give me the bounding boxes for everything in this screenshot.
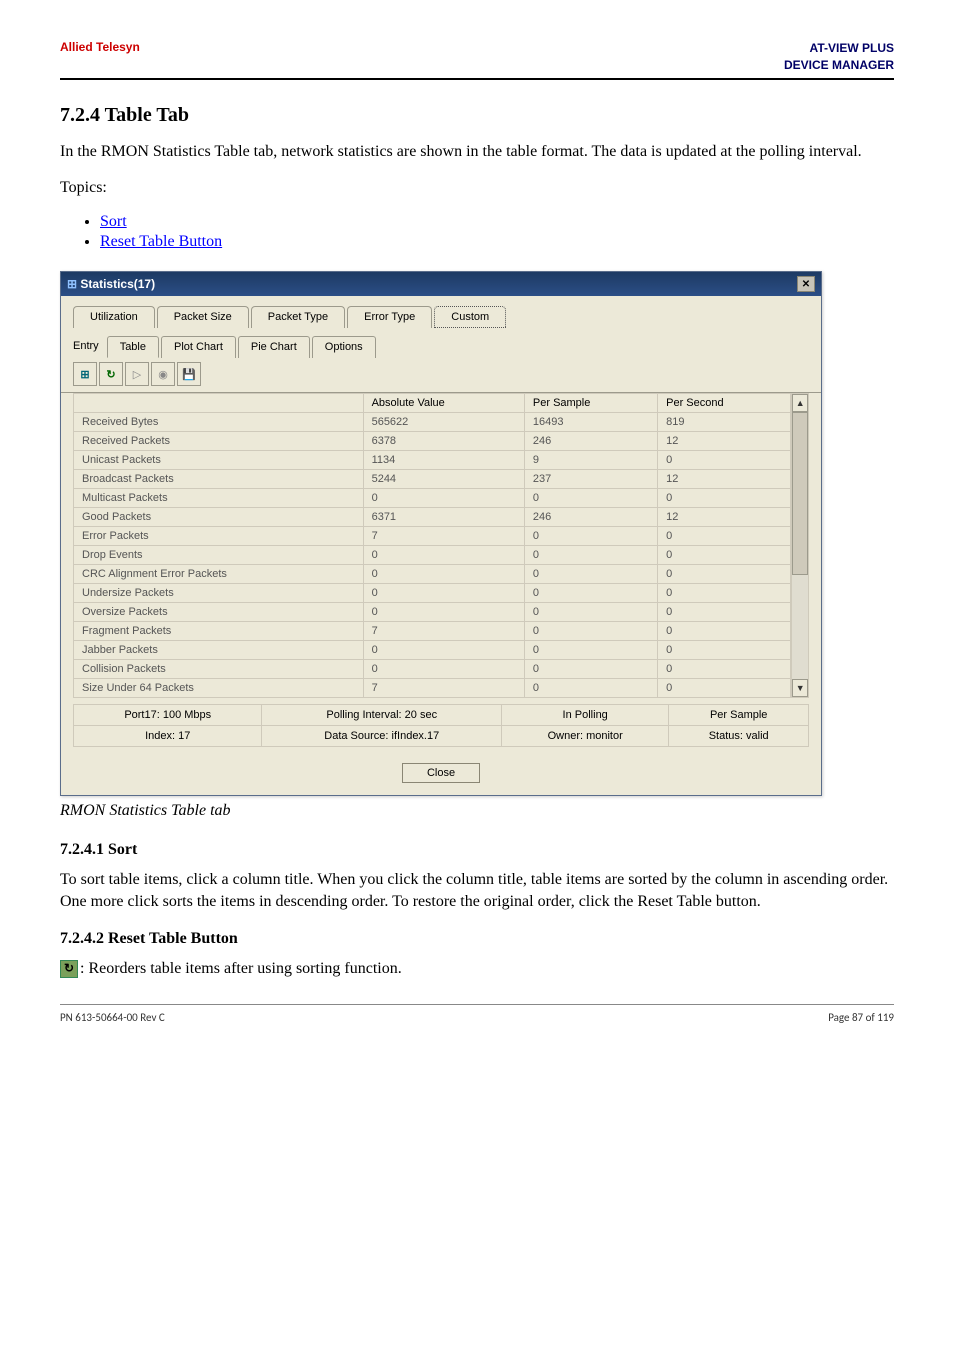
record-icon[interactable]: ◉ — [151, 362, 175, 386]
col-absolute-value[interactable]: Absolute Value — [363, 394, 524, 413]
status-owner: Owner: monitor — [502, 726, 669, 747]
table-row[interactable]: Size Under 64 Packets700 — [74, 679, 791, 698]
save-icon[interactable]: 💾 — [177, 362, 201, 386]
tab-error-type[interactable]: Error Type — [347, 306, 432, 328]
section-heading: 7.2.4 Table Tab — [60, 104, 894, 127]
dialog-titlebar[interactable]: ⊞ Statistics(17) ✕ — [61, 272, 821, 296]
table-row[interactable]: Unicast Packets113490 — [74, 451, 791, 470]
reset-table-icon: ↻ — [60, 960, 78, 978]
tab-options[interactable]: Options — [312, 336, 376, 358]
status-polling-interval: Polling Interval: 20 sec — [262, 705, 502, 726]
close-icon[interactable]: ✕ — [797, 276, 815, 292]
page-footer: PN 613-50664-00 Rev C Page 87 of 119 — [60, 1004, 894, 1024]
close-button[interactable]: Close — [402, 763, 480, 783]
status-valid: Status: valid — [669, 726, 809, 747]
grid-icon[interactable]: ⊞ — [73, 362, 97, 386]
status-port: Port17: 100 Mbps — [74, 705, 262, 726]
link-reset-table-button[interactable]: Reset Table Button — [100, 233, 222, 250]
table-row[interactable]: Drop Events000 — [74, 546, 791, 565]
scroll-up-icon[interactable]: ▲ — [792, 394, 808, 412]
status-index: Index: 17 — [74, 726, 262, 747]
table-row[interactable]: Fragment Packets700 — [74, 622, 791, 641]
scroll-thumb[interactable] — [792, 412, 808, 574]
table-scrollbar[interactable]: ▲ ▼ — [791, 393, 809, 698]
topics-list: Sort Reset Table Button — [100, 213, 894, 251]
scroll-down-icon[interactable]: ▼ — [792, 679, 808, 697]
table-row[interactable]: Collision Packets000 — [74, 660, 791, 679]
refresh-icon[interactable]: ↻ — [99, 362, 123, 386]
topics-label: Topics: — [60, 177, 894, 199]
col-per-second[interactable]: Per Second — [658, 394, 791, 413]
table-row[interactable]: Received Bytes56562216493819 — [74, 413, 791, 432]
statistics-table: Absolute Value Per Sample Per Second Rec… — [73, 393, 791, 698]
reset-heading: 7.2.4.2 Reset Table Button — [60, 930, 894, 948]
sort-heading: 7.2.4.1 Sort — [60, 841, 894, 859]
tab-plot-chart[interactable]: Plot Chart — [161, 336, 236, 358]
tab-packet-type[interactable]: Packet Type — [251, 306, 345, 328]
status-per-sample: Per Sample — [669, 705, 809, 726]
col-per-sample[interactable]: Per Sample — [524, 394, 657, 413]
table-row[interactable]: Undersize Packets000 — [74, 584, 791, 603]
footer-page-number: Page 87 of 119 — [828, 1011, 894, 1024]
outer-tab-strip: Utilization Packet Size Packet Type Erro… — [61, 296, 821, 328]
inner-tab-label: Entry — [73, 336, 107, 358]
tab-table[interactable]: Table — [107, 336, 159, 358]
tab-packet-size[interactable]: Packet Size — [157, 306, 249, 328]
table-row[interactable]: Received Packets637824612 — [74, 432, 791, 451]
table-row[interactable]: Jabber Packets000 — [74, 641, 791, 660]
scroll-track[interactable] — [792, 412, 808, 679]
header-company: Allied Telesyn — [60, 40, 140, 74]
status-table: Port17: 100 Mbps Polling Interval: 20 se… — [73, 704, 809, 747]
dialog-title: ⊞ Statistics(17) — [67, 277, 155, 291]
reset-body: ↻: Reorders table items after using sort… — [60, 958, 894, 980]
tab-pie-chart[interactable]: Pie Chart — [238, 336, 310, 358]
toolbar: ⊞ ↻ ▷ ◉ 💾 — [61, 358, 821, 393]
col-name[interactable] — [74, 394, 364, 413]
header-product: AT-VIEW PLUS DEVICE MANAGER — [784, 40, 894, 74]
figure-caption: RMON Statistics Table tab — [60, 800, 894, 822]
sort-body: To sort table items, click a column titl… — [60, 869, 894, 914]
table-row[interactable]: Oversize Packets000 — [74, 603, 791, 622]
page-header: Allied Telesyn AT-VIEW PLUS DEVICE MANAG… — [60, 40, 894, 80]
inner-tab-strip: Entry Table Plot Chart Pie Chart Options — [61, 328, 821, 358]
statistics-dialog: ⊞ Statistics(17) ✕ Utilization Packet Si… — [60, 271, 822, 796]
status-data-source: Data Source: ifIndex.17 — [262, 726, 502, 747]
play-icon[interactable]: ▷ — [125, 362, 149, 386]
table-row[interactable]: CRC Alignment Error Packets000 — [74, 565, 791, 584]
link-sort[interactable]: Sort — [100, 213, 127, 230]
tab-utilization[interactable]: Utilization — [73, 306, 155, 328]
table-row[interactable]: Good Packets637124612 — [74, 508, 791, 527]
table-header-row: Absolute Value Per Sample Per Second — [74, 394, 791, 413]
table-row[interactable]: Broadcast Packets524423712 — [74, 470, 791, 489]
tab-custom[interactable]: Custom — [434, 306, 506, 328]
table-row[interactable]: Error Packets700 — [74, 527, 791, 546]
footer-part-number: PN 613-50664-00 Rev C — [60, 1011, 165, 1024]
status-in-polling: In Polling — [502, 705, 669, 726]
table-row[interactable]: Multicast Packets000 — [74, 489, 791, 508]
intro-paragraph: In the RMON Statistics Table tab, networ… — [60, 141, 894, 163]
